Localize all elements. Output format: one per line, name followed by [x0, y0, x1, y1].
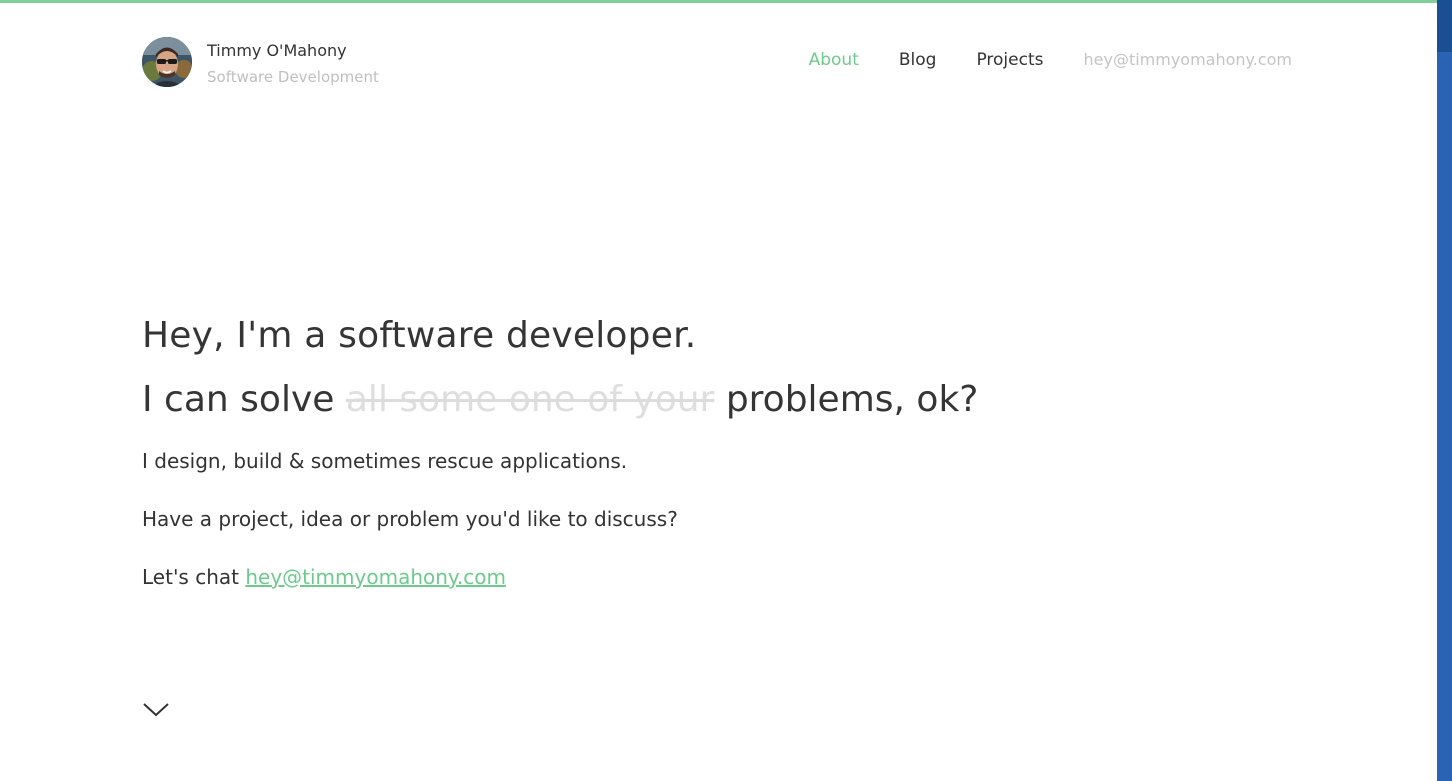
hero-headline: Hey, I'm a software developer.	[142, 315, 697, 356]
brand-tagline: Software Development	[207, 68, 379, 86]
hero-section: Hey, I'm a software developer. I can sol…	[142, 308, 1242, 592]
hero-paragraph-services: I design, build & sometimes rescue appli…	[142, 449, 628, 473]
scroll-down-button[interactable]	[142, 698, 172, 720]
hero-paragraph-contact: Let's chat hey@timmyomahony.com	[142, 562, 1242, 592]
nav-email-link[interactable]: hey@timmyomahony.com	[1083, 50, 1292, 69]
right-edge-strip	[1437, 0, 1452, 781]
hero-subhead-prefix: I can solve	[142, 379, 335, 420]
site-header: Timmy O'Mahony Software Development Abou…	[142, 37, 1292, 89]
contact-prefix: Let's chat	[142, 565, 239, 589]
avatar-photo-icon	[142, 37, 192, 87]
hero-subhead-strikethrough: all some one of your	[345, 379, 715, 420]
brand-name[interactable]: Timmy O'Mahony	[207, 41, 347, 60]
contact-email-link[interactable]: hey@timmyomahony.com	[245, 565, 506, 589]
hero-subhead: I can solve all some one of your problem…	[142, 372, 1242, 428]
hero-paragraph-question: Have a project, idea or problem you'd li…	[142, 507, 678, 531]
main-nav: About Blog Projects hey@timmyomahony.com	[809, 50, 1292, 70]
right-edge-strip-top	[1437, 0, 1452, 52]
chevron-down-icon	[143, 703, 169, 717]
nav-item-about[interactable]: About	[809, 50, 859, 70]
nav-item-blog[interactable]: Blog	[899, 50, 937, 70]
hero-subhead-suffix: problems, ok?	[725, 379, 979, 420]
avatar[interactable]	[142, 37, 192, 87]
nav-item-projects[interactable]: Projects	[976, 50, 1043, 70]
top-accent-border	[0, 0, 1437, 3]
